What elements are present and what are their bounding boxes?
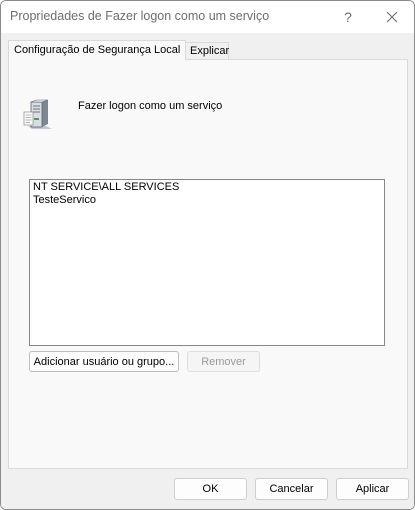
dialog-footer: OK Cancelar Aplicar (1, 469, 414, 509)
close-icon (386, 11, 398, 23)
dialog-client-area: Configuração de Segurança Local Explicar (1, 33, 414, 509)
help-button[interactable]: ? (326, 1, 370, 33)
server-policy-icon (23, 99, 52, 129)
tab-explain[interactable]: Explicar (184, 42, 229, 60)
policy-name: Fazer logon como um serviço (78, 100, 223, 112)
list-item[interactable]: NT SERVICE\ALL SERVICES (33, 181, 381, 194)
help-icon: ? (344, 9, 352, 25)
cancel-button[interactable]: Cancelar (255, 478, 328, 500)
remove-button[interactable]: Remover (187, 351, 260, 372)
apply-button[interactable]: Aplicar (336, 478, 409, 500)
properties-dialog: Propriedades de Fazer logon como um serv… (0, 0, 415, 510)
ok-button[interactable]: OK (174, 478, 247, 500)
add-user-or-group-button[interactable]: Adicionar usuário ou grupo... (29, 351, 179, 372)
title-bar: Propriedades de Fazer logon como um serv… (1, 1, 414, 33)
close-button[interactable] (370, 1, 414, 33)
tab-panel: Fazer logon como um serviço NT SERVICE\A… (8, 59, 408, 469)
window-title: Propriedades de Fazer logon como um serv… (10, 9, 270, 23)
tab-local-security-setting[interactable]: Configuração de Segurança Local (8, 40, 187, 60)
accounts-list[interactable]: NT SERVICE\ALL SERVICES TesteServico (29, 179, 385, 346)
list-item[interactable]: TesteServico (33, 194, 381, 207)
